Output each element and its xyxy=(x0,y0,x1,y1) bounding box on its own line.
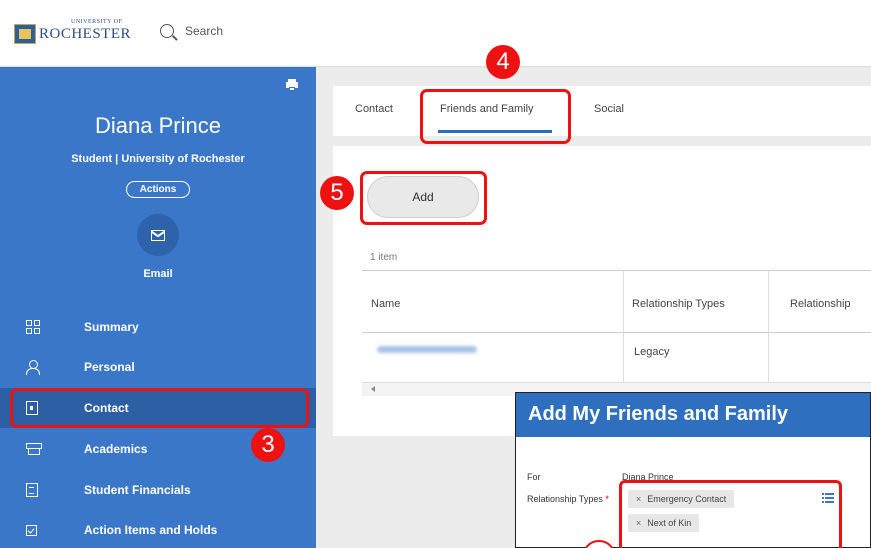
annotation-badge-3: 3 xyxy=(251,428,285,462)
email-label: Email xyxy=(143,268,173,280)
annotation-badge-4: 4 xyxy=(486,45,520,79)
sidebar-item-label: Personal xyxy=(84,360,135,374)
sidebar-item-label: Action Items and Holds xyxy=(84,523,218,537)
annotation-badge-5: 5 xyxy=(320,176,354,210)
logo-text: ROCHESTER xyxy=(39,25,132,42)
sidebar-item-personal[interactable]: Personal xyxy=(0,347,316,387)
university-logo[interactable]: UNIVERSITY OF ROCHESTER xyxy=(14,19,132,44)
table-top-border xyxy=(362,270,871,271)
relationship-types-label: Relationship Types * xyxy=(527,494,609,504)
item-count: 1 item xyxy=(370,252,398,263)
scroll-left-icon[interactable] xyxy=(371,386,375,392)
search-label: Search xyxy=(185,24,224,38)
required-mark: * xyxy=(605,494,609,504)
tab-social[interactable]: Social xyxy=(594,103,624,115)
print-icon[interactable] xyxy=(286,79,298,91)
column-divider xyxy=(623,270,624,382)
email-button[interactable] xyxy=(137,214,179,256)
sidebar-item-label: Student Financials xyxy=(84,483,191,497)
sidebar-item-label: Academics xyxy=(84,442,148,456)
column-header-name[interactable]: Name xyxy=(371,298,400,310)
search-icon[interactable] xyxy=(160,24,174,38)
sidebar-item-student-financials[interactable]: Student Financials xyxy=(0,470,316,510)
sidebar-item-summary[interactable]: Summary xyxy=(0,307,316,347)
person-icon xyxy=(26,360,40,375)
academics-icon xyxy=(26,442,42,456)
contact-name-link[interactable] xyxy=(377,346,477,353)
column-header-relationship[interactable]: Relationship xyxy=(790,298,851,310)
actions-button[interactable]: Actions xyxy=(126,181,190,198)
column-header-relationship-types[interactable]: Relationship Types xyxy=(632,298,725,310)
relationship-types-cell: Legacy xyxy=(634,346,670,358)
contact-highlight xyxy=(10,388,309,428)
column-divider xyxy=(768,270,769,382)
friends-family-tab-highlight xyxy=(420,89,571,144)
dialog-title: Add My Friends and Family xyxy=(516,393,870,437)
envelope-icon xyxy=(151,229,165,241)
crest-icon xyxy=(14,24,36,44)
sidebar-item-label: Summary xyxy=(84,320,139,334)
table-header-border xyxy=(362,332,871,333)
tab-contact[interactable]: Contact xyxy=(355,103,393,115)
sidebar-item-action-items[interactable]: Action Items and Holds xyxy=(0,510,316,548)
action-items-icon xyxy=(26,524,37,536)
relationship-types-highlight xyxy=(619,480,842,548)
for-label: For xyxy=(527,472,541,482)
person-subtitle: Student | University of Rochester xyxy=(71,153,245,165)
search-box[interactable]: Search xyxy=(160,24,223,38)
top-bar: UNIVERSITY OF ROCHESTER Search xyxy=(0,0,871,67)
financials-icon xyxy=(26,483,38,497)
logo-small-text: UNIVERSITY OF xyxy=(71,19,123,25)
person-name: Diana Prince xyxy=(95,113,221,138)
summary-icon xyxy=(26,320,40,334)
add-button-highlight xyxy=(360,171,487,225)
